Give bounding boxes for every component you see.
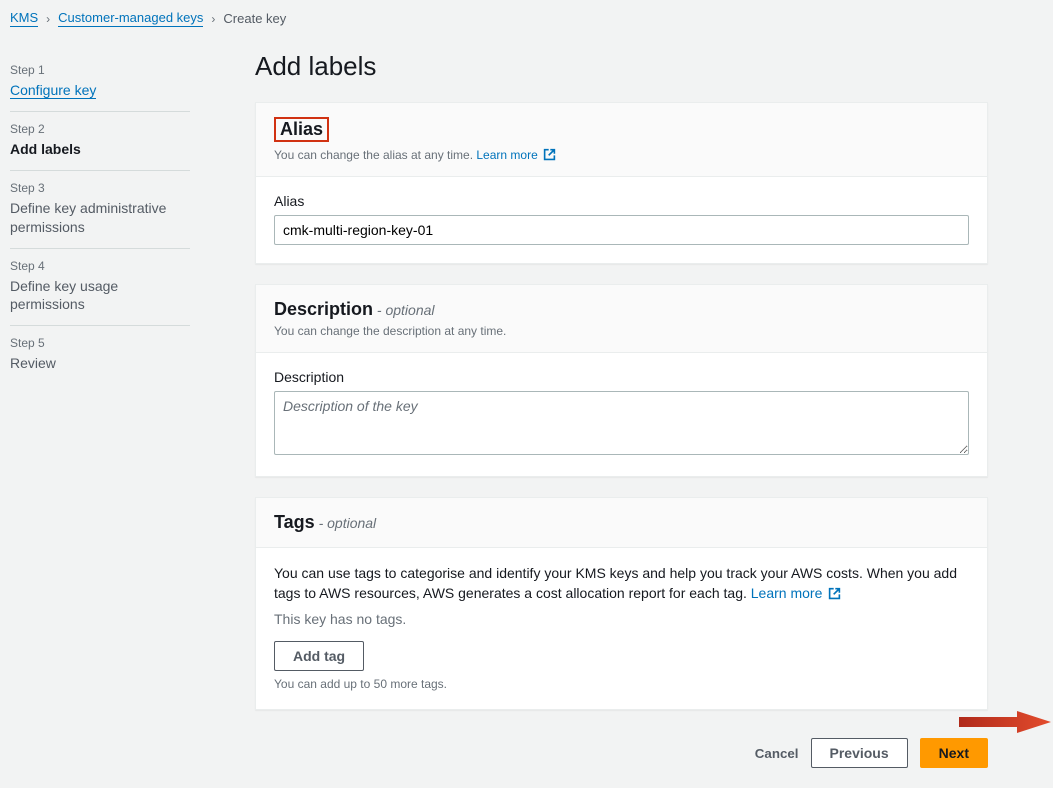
wizard-footer-actions: Cancel Previous Next — [255, 730, 988, 788]
external-link-icon — [828, 587, 841, 600]
step-title-review: Review — [10, 354, 190, 372]
step-3: Step 3 Define key administrative permiss… — [10, 171, 190, 248]
main-content: Add labels Alias You can change the alia… — [210, 33, 1043, 788]
alias-field-label: Alias — [274, 193, 969, 209]
step-title-add-labels: Add labels — [10, 140, 190, 158]
alias-input[interactable] — [274, 215, 969, 245]
alias-highlight: Alias — [274, 117, 329, 142]
tags-panel: Tags - optional You can use tags to cate… — [255, 497, 988, 710]
arrow-annotation-icon — [959, 706, 1051, 738]
breadcrumb-current: Create key — [223, 11, 286, 26]
step-2: Step 2 Add labels — [10, 112, 190, 171]
alias-panel-header: Alias You can change the alias at any ti… — [256, 103, 987, 177]
optional-label: - optional — [373, 302, 434, 318]
previous-button[interactable]: Previous — [811, 738, 908, 768]
optional-label: - optional — [315, 515, 376, 531]
description-subtext: You can change the description at any ti… — [274, 324, 969, 338]
step-label: Step 5 — [10, 336, 190, 350]
tags-description: You can use tags to categorise and ident… — [274, 564, 969, 603]
alias-heading: Alias — [280, 119, 323, 139]
description-heading: Description — [274, 299, 373, 319]
description-panel-header: Description - optional You can change th… — [256, 285, 987, 353]
description-field-label: Description — [274, 369, 969, 385]
tags-learn-more-link[interactable]: Learn more — [751, 585, 841, 601]
chevron-right-icon: › — [46, 12, 50, 26]
step-title-configure-key[interactable]: Configure key — [10, 82, 96, 99]
step-5: Step 5 Review — [10, 326, 190, 384]
alias-subtext: You can change the alias at any time. Le… — [274, 148, 969, 162]
step-label: Step 1 — [10, 63, 190, 77]
step-4: Step 4 Define key usage permissions — [10, 249, 190, 326]
description-textarea[interactable] — [274, 391, 969, 455]
chevron-right-icon: › — [211, 12, 215, 26]
next-button[interactable]: Next — [920, 738, 988, 768]
step-1[interactable]: Step 1 Configure key — [10, 53, 190, 112]
alias-panel: Alias You can change the alias at any ti… — [255, 102, 988, 264]
breadcrumb-customer-managed-keys[interactable]: Customer-managed keys — [58, 10, 203, 27]
step-label: Step 2 — [10, 122, 190, 136]
page-title: Add labels — [255, 51, 988, 82]
wizard-sidebar: Step 1 Configure key Step 2 Add labels S… — [10, 33, 210, 788]
step-title-admin-permissions: Define key administrative permissions — [10, 199, 190, 235]
breadcrumb: KMS › Customer-managed keys › Create key — [0, 0, 1053, 33]
add-tag-button[interactable]: Add tag — [274, 641, 364, 671]
tags-limit-note: You can add up to 50 more tags. — [274, 677, 969, 691]
tags-heading: Tags — [274, 512, 315, 532]
breadcrumb-kms[interactable]: KMS — [10, 10, 38, 27]
step-label: Step 4 — [10, 259, 190, 273]
tags-empty-message: This key has no tags. — [274, 611, 969, 627]
tags-panel-header: Tags - optional — [256, 498, 987, 548]
external-link-icon — [543, 148, 556, 161]
step-title-usage-permissions: Define key usage permissions — [10, 277, 190, 313]
description-panel: Description - optional You can change th… — [255, 284, 988, 477]
step-label: Step 3 — [10, 181, 190, 195]
cancel-button[interactable]: Cancel — [755, 746, 799, 761]
alias-learn-more-link[interactable]: Learn more — [476, 148, 556, 162]
